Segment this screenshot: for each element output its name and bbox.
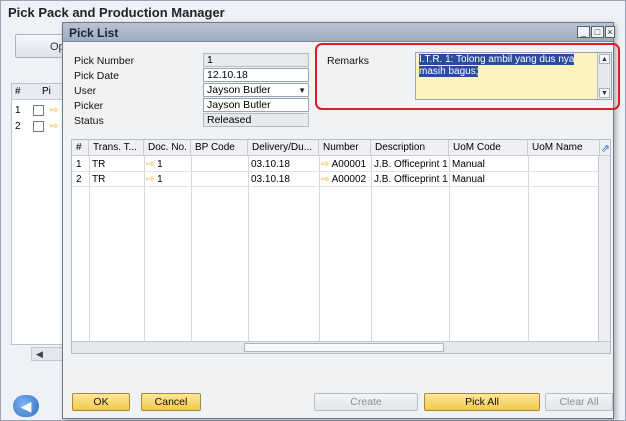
expand-column-cell[interactable]: ⇗ bbox=[600, 140, 610, 156]
col-header-bp-code[interactable]: BP Code bbox=[191, 140, 248, 156]
cell-num: 2 bbox=[76, 174, 82, 185]
ok-button[interactable]: OK bbox=[72, 393, 130, 411]
outer-window-title: Pick Pack and Production Manager bbox=[8, 5, 225, 20]
outer-grid-row-2-num: 2 bbox=[15, 121, 21, 132]
clear-all-button[interactable]: Clear All bbox=[545, 393, 613, 411]
back-arrow-icon[interactable]: ◀ bbox=[13, 395, 39, 417]
col-header-doc-no[interactable]: Doc. No. bbox=[144, 140, 191, 156]
cell-uom-code: Manual bbox=[452, 174, 485, 185]
table-horizontal-scrollbar[interactable] bbox=[72, 341, 610, 353]
user-dropdown[interactable]: Jayson Butler ▼ bbox=[203, 83, 309, 97]
col-header-num[interactable]: # bbox=[72, 140, 89, 156]
scrollbar-thumb[interactable] bbox=[244, 343, 444, 352]
chevron-down-icon[interactable]: ▼ bbox=[298, 85, 306, 96]
outer-grid-col-hash: # bbox=[15, 86, 21, 97]
cell-description: J.B. Officeprint 11 bbox=[374, 174, 448, 185]
link-arrow-icon[interactable]: ⇨ bbox=[321, 159, 329, 170]
outer-grid-row-2-checkbox[interactable] bbox=[33, 121, 44, 132]
outer-grid-row-1-num: 1 bbox=[15, 105, 21, 116]
scroll-up-icon[interactable]: ▲ bbox=[599, 54, 610, 64]
pick-list-table: # Trans. T... Doc. No. BP Code Delivery/… bbox=[71, 139, 611, 354]
col-header-description[interactable]: Description bbox=[371, 140, 449, 156]
maximize-icon[interactable]: □ bbox=[591, 26, 604, 38]
user-label: User bbox=[74, 85, 97, 97]
outer-grid-col-pi: Pi bbox=[42, 86, 51, 97]
link-arrow-icon[interactable]: ⇨ bbox=[50, 122, 60, 132]
link-arrow-icon[interactable]: ⇨ bbox=[321, 174, 329, 185]
dialog-title-bar: Pick List _ □ × bbox=[63, 23, 615, 42]
cell-delivery-date: 03.10.18 bbox=[251, 174, 290, 185]
cell-description: J.B. Officeprint 14 bbox=[374, 159, 448, 170]
cell-delivery-date: 03.10.18 bbox=[251, 159, 290, 170]
cell-doc-no: 1 bbox=[157, 159, 163, 170]
cell-number: A00001 bbox=[331, 159, 367, 170]
minimize-icon[interactable]: _ bbox=[577, 26, 590, 38]
table-vertical-scrollbar[interactable] bbox=[598, 156, 610, 341]
cell-trans-type: TR bbox=[92, 174, 106, 185]
remarks-label: Remarks bbox=[327, 55, 370, 67]
dialog-title: Pick List bbox=[69, 26, 119, 40]
pick-all-button[interactable]: Pick All bbox=[424, 393, 540, 411]
create-button[interactable]: Create bbox=[314, 393, 418, 411]
user-dropdown-value: Jayson Butler bbox=[207, 84, 271, 96]
col-header-uom-name[interactable]: UoM Name bbox=[528, 140, 600, 156]
status-label: Status bbox=[74, 115, 104, 127]
link-arrow-icon[interactable]: ⇨ bbox=[146, 159, 154, 170]
cell-trans-type: TR bbox=[92, 159, 106, 170]
outer-grid-row-1-checkbox[interactable] bbox=[33, 105, 44, 116]
cell-number: A00002 bbox=[331, 174, 367, 185]
col-header-number[interactable]: Number bbox=[319, 140, 371, 156]
cell-doc-no: 1 bbox=[157, 174, 163, 185]
table-row[interactable]: 1 TR ⇨ 1 03.10.18 ⇨ A00001 J.B. Officepr… bbox=[72, 157, 610, 172]
pick-number-label: Pick Number bbox=[74, 55, 135, 67]
scroll-down-icon[interactable]: ▼ bbox=[599, 88, 610, 98]
col-header-uom-code[interactable]: UoM Code bbox=[449, 140, 528, 156]
link-arrow-icon[interactable]: ⇨ bbox=[146, 174, 154, 185]
cell-uom-code: Manual bbox=[452, 159, 485, 170]
table-row[interactable]: 2 TR ⇨ 1 03.10.18 ⇨ A00002 J.B. Officepr… bbox=[72, 172, 610, 187]
expand-icon[interactable]: ⇗ bbox=[601, 142, 610, 155]
picker-label: Picker bbox=[74, 100, 104, 112]
pick-date-label: Pick Date bbox=[74, 70, 119, 82]
picker-field[interactable]: Jayson Butler bbox=[203, 98, 309, 112]
pick-number-field: 1 bbox=[203, 53, 309, 67]
col-header-delivery-date[interactable]: Delivery/Du... bbox=[248, 140, 319, 156]
remarks-scrollbar[interactable]: ▲ ▼ bbox=[597, 53, 611, 99]
cancel-button[interactable]: Cancel bbox=[141, 393, 201, 411]
col-header-trans-type[interactable]: Trans. T... bbox=[89, 140, 144, 156]
remarks-textarea[interactable]: I.T.R. 1: Tolong ambil yang dus nya masi… bbox=[415, 52, 612, 100]
link-arrow-icon[interactable]: ⇨ bbox=[50, 106, 60, 116]
scroll-left-icon[interactable]: ◀ bbox=[36, 349, 43, 360]
pick-date-field[interactable]: 12.10.18 bbox=[203, 68, 309, 82]
cell-num: 1 bbox=[76, 159, 82, 170]
close-icon[interactable]: × bbox=[605, 26, 615, 38]
remarks-selected-text: I.T.R. 1: Tolong ambil yang dus nya masi… bbox=[419, 54, 575, 77]
status-field: Released bbox=[203, 113, 309, 127]
remarks-text: I.T.R. 1: Tolong ambil yang dus nya masi… bbox=[419, 54, 595, 78]
